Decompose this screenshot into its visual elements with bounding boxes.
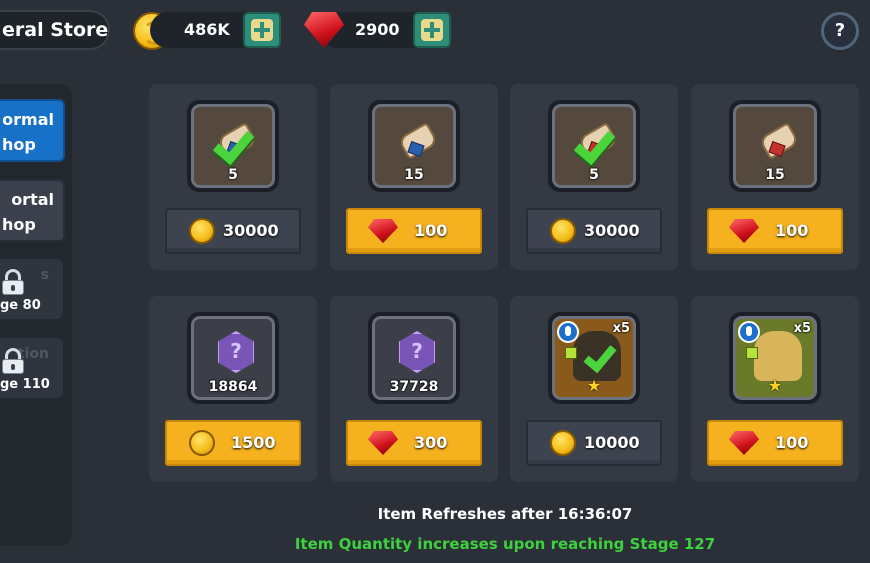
buy-button[interactable]: 30000 <box>526 208 662 254</box>
ruby-amount: 2900 <box>355 20 400 39</box>
shop-item-card: x5 ★ 100 <box>691 296 859 482</box>
item-multiplier: x5 <box>793 321 811 336</box>
gold-coin-icon <box>189 218 215 244</box>
tab-portal-shop[interactable]: ortal hop <box>0 179 65 242</box>
item-slot[interactable]: 5 <box>187 100 279 192</box>
shop-item-card: 37728 300 <box>330 296 498 482</box>
tab-locked-stage-80[interactable]: s ge 80 <box>0 259 63 319</box>
star-icon: ★ <box>586 376 602 395</box>
shop-item-card: 18864 1500 <box>149 296 317 482</box>
shop-item-card: 5 30000 <box>510 84 678 270</box>
add-ruby-button[interactable] <box>413 12 451 48</box>
ruby-gem-icon <box>729 431 759 455</box>
store-title: eral Store <box>0 10 110 50</box>
gold-coin-icon <box>550 430 576 456</box>
plus-icon <box>421 19 443 41</box>
shop-item-card: x5 ★ 10000 <box>510 296 678 482</box>
price-value: 30000 <box>584 221 640 240</box>
item-quantity: 15 <box>404 167 424 183</box>
price-value: 10000 <box>584 433 640 452</box>
price-value: 100 <box>775 433 809 452</box>
shop-item-card: 15 100 <box>330 84 498 270</box>
buy-button[interactable]: 300 <box>346 420 482 466</box>
checkmark-icon <box>585 341 615 369</box>
ruby-gem-icon <box>368 219 398 243</box>
item-slot[interactable]: 18864 <box>187 312 279 404</box>
item-slot[interactable]: 15 <box>729 100 821 192</box>
red-scroll-icon <box>758 121 800 161</box>
item-quantity: 5 <box>589 167 599 183</box>
gold-coin-icon <box>550 218 576 244</box>
item-slot[interactable]: 5 <box>548 100 640 192</box>
item-slot[interactable]: 37728 <box>368 312 460 404</box>
item-slot[interactable]: x5 ★ <box>548 312 640 404</box>
buy-button[interactable]: 100 <box>707 208 843 254</box>
blue-scroll-icon <box>397 121 439 161</box>
ruby-gem-icon <box>729 219 759 243</box>
locked-tab-label: s <box>40 267 49 283</box>
item-slot[interactable]: x5 ★ <box>729 312 821 404</box>
plus-icon <box>746 347 758 359</box>
item-quantity: 5 <box>228 167 238 183</box>
hero-elf-icon <box>754 331 802 381</box>
ruby-gem-icon <box>368 431 398 455</box>
purple-stone-icon <box>218 331 254 373</box>
plus-icon <box>565 347 577 359</box>
item-slot[interactable]: 15 <box>368 100 460 192</box>
refresh-timer-text: Item Refreshes after 16:36:07 <box>377 505 633 523</box>
unlock-stage-label: ge 80 <box>0 298 41 313</box>
buy-button[interactable]: 100 <box>707 420 843 466</box>
tab-label-line2: hop <box>2 135 36 154</box>
tab-locked-stage-110[interactable]: tion ge 110 <box>0 338 63 398</box>
item-multiplier: x5 <box>612 321 630 336</box>
unlock-stage-label: ge 110 <box>0 377 50 392</box>
item-quantity: 37728 <box>389 379 439 395</box>
tab-normal-shop[interactable]: ormal hop <box>0 99 65 162</box>
star-icon: ★ <box>767 376 783 395</box>
top-bar: eral Store 486K 2900 ? <box>0 0 870 62</box>
buy-button[interactable]: 1500 <box>165 420 301 466</box>
buy-button[interactable]: 10000 <box>526 420 662 466</box>
quantity-info-text: Item Quantity increases upon reaching St… <box>294 535 716 553</box>
tab-label-line1: ortal <box>11 190 54 209</box>
purple-stone-icon <box>399 331 435 373</box>
mic-icon <box>557 321 579 343</box>
item-quantity: 15 <box>765 167 785 183</box>
shop-item-card: 15 100 <box>691 84 859 270</box>
plus-icon <box>251 19 273 41</box>
shop-item-card: 5 30000 <box>149 84 317 270</box>
gold-amount: 486K <box>184 20 230 39</box>
lock-icon <box>2 348 24 374</box>
price-value: 1500 <box>231 433 276 452</box>
gold-coin-icon <box>189 430 215 456</box>
buy-button[interactable]: 100 <box>346 208 482 254</box>
checkmark-icon <box>577 123 617 159</box>
buy-button[interactable]: 30000 <box>165 208 301 254</box>
price-value: 100 <box>414 221 448 240</box>
add-gold-button[interactable] <box>243 12 281 48</box>
tab-label-line2: hop <box>2 215 36 234</box>
mic-icon <box>738 321 760 343</box>
checkmark-icon <box>216 123 256 159</box>
price-value: 30000 <box>223 221 279 240</box>
price-value: 300 <box>414 433 448 452</box>
tab-label-line1: ormal <box>2 110 54 129</box>
lock-icon <box>2 269 24 295</box>
price-value: 100 <box>775 221 809 240</box>
item-quantity: 18864 <box>208 379 258 395</box>
help-button[interactable]: ? <box>821 12 859 50</box>
